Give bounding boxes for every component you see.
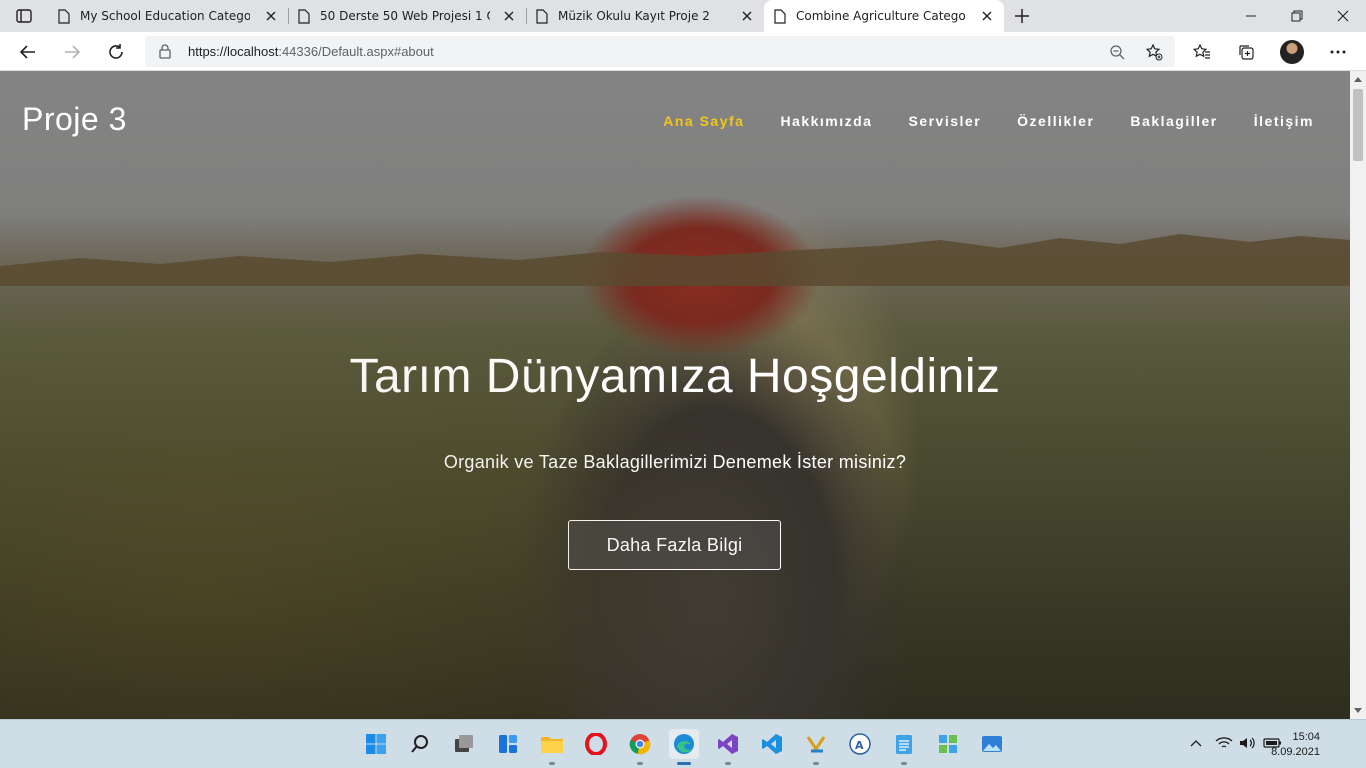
close-tab-icon[interactable]	[980, 9, 994, 23]
back-icon[interactable]	[14, 38, 42, 66]
task-view-icon[interactable]	[449, 729, 479, 759]
search-icon[interactable]	[405, 729, 435, 759]
system-clock[interactable]: 15:04 8.09.2021	[1271, 730, 1320, 760]
svg-text:A: A	[855, 739, 864, 752]
site-brand[interactable]: Proje 3	[22, 101, 127, 138]
wifi-icon[interactable]	[1215, 736, 1233, 750]
scroll-up-icon[interactable]	[1354, 77, 1362, 82]
visual-studio-icon[interactable]	[713, 729, 743, 765]
close-tab-icon[interactable]	[264, 9, 278, 23]
hero-background-image	[0, 234, 1350, 286]
file-explorer-icon[interactable]	[537, 729, 567, 765]
browser-tab-1[interactable]: My School Education Category B	[48, 0, 288, 32]
more-options-icon[interactable]	[1324, 38, 1352, 66]
running-indicator	[813, 762, 819, 765]
opera-icon[interactable]	[581, 729, 611, 759]
running-indicator	[677, 762, 691, 765]
browser-tab-strip: My School Education Category B 50 Derste…	[0, 0, 1366, 32]
start-icon[interactable]	[361, 729, 391, 759]
close-tab-icon[interactable]	[740, 9, 754, 23]
vscode-icon[interactable]	[757, 729, 787, 759]
widgets-icon[interactable]	[493, 729, 523, 759]
taskbar: A 15:04 8.09.2021	[0, 719, 1366, 768]
running-indicator	[901, 762, 907, 765]
zoom-icon[interactable]	[1106, 41, 1128, 63]
nav-item-servisler[interactable]: Servisler	[908, 113, 981, 129]
close-window-icon[interactable]	[1320, 0, 1366, 32]
nav-item-ana-sayfa[interactable]: Ana Sayfa	[663, 113, 744, 129]
nav-item-ozellikler[interactable]: Özellikler	[1017, 113, 1094, 129]
page-icon	[298, 8, 310, 24]
hero-subtitle: Organik ve Taze Baklagillerimizi Denemek…	[443, 452, 907, 472]
photos-icon[interactable]	[977, 729, 1007, 759]
page-scrollbar[interactable]	[1350, 71, 1366, 719]
scrollbar-thumb[interactable]	[1353, 89, 1363, 161]
running-indicator	[725, 762, 731, 765]
volume-icon[interactable]	[1239, 736, 1257, 750]
notepad-icon[interactable]	[889, 729, 919, 765]
tab-title: Müzik Okulu Kayıt Proje 2	[558, 9, 710, 23]
nav-item-hakkimizda[interactable]: Hakkımızda	[780, 113, 872, 129]
running-indicator	[549, 762, 555, 765]
browser-tab-4[interactable]: Combine Agriculture Category B	[764, 0, 1004, 32]
network-icon[interactable]	[933, 729, 963, 759]
url-text[interactable]: https://localhost:44336/Default.aspx#abo…	[188, 44, 434, 59]
page-viewport: Proje 3 Ana Sayfa Hakkımızda Servisler Ö…	[0, 71, 1366, 719]
favorites-icon[interactable]	[1188, 38, 1216, 66]
word-pad-icon[interactable]: A	[845, 729, 875, 759]
page-icon	[536, 8, 548, 24]
forward-icon[interactable]	[58, 38, 86, 66]
chrome-icon[interactable]	[625, 729, 655, 765]
tab-title: 50 Derste 50 Web Projesi 1 Okul	[320, 9, 490, 23]
add-favorite-icon[interactable]	[1143, 41, 1165, 63]
browser-toolbar: https://localhost:44336/Default.aspx#abo…	[0, 32, 1366, 71]
more-info-button[interactable]: Daha Fazla Bilgi	[568, 520, 781, 570]
page-icon	[58, 8, 70, 24]
address-bar[interactable]: https://localhost:44336/Default.aspx#abo…	[145, 36, 1175, 67]
browser-tab-3[interactable]: Müzik Okulu Kayıt Proje 2	[526, 0, 764, 32]
profile-avatar[interactable]	[1280, 40, 1304, 64]
nav-item-baklagiller[interactable]: Baklagiller	[1130, 113, 1217, 129]
tab-title: My School Education Category B	[80, 9, 250, 23]
clock-date: 8.09.2021	[1271, 746, 1320, 758]
hero-section: Proje 3 Ana Sayfa Hakkımızda Servisler Ö…	[0, 71, 1350, 719]
browser-tab-2[interactable]: 50 Derste 50 Web Projesi 1 Okul	[288, 0, 526, 32]
clock-time: 15:04	[1292, 731, 1320, 743]
scroll-down-icon[interactable]	[1354, 708, 1362, 713]
edge-icon[interactable]	[669, 729, 699, 765]
running-indicator	[637, 762, 643, 765]
lock-icon[interactable]	[159, 44, 171, 59]
hero-title: Tarım Dünyamıza Hoşgeldiniz	[349, 350, 1001, 403]
chevron-up-icon[interactable]	[1189, 736, 1203, 750]
tab-actions-icon[interactable]	[8, 4, 40, 28]
refresh-icon[interactable]	[102, 38, 130, 66]
restore-icon[interactable]	[1274, 0, 1320, 32]
main-nav: Ana Sayfa Hakkımızda Servisler Özellikle…	[663, 113, 1314, 129]
tab-title: Combine Agriculture Category B	[796, 9, 966, 23]
new-tab-icon[interactable]	[1010, 4, 1034, 28]
collections-icon[interactable]	[1232, 38, 1260, 66]
close-tab-icon[interactable]	[502, 9, 516, 23]
minimize-icon[interactable]	[1228, 0, 1274, 32]
sql-server-icon[interactable]	[801, 729, 831, 765]
page-icon	[774, 8, 786, 24]
nav-item-iletisim[interactable]: İletişim	[1254, 113, 1314, 129]
